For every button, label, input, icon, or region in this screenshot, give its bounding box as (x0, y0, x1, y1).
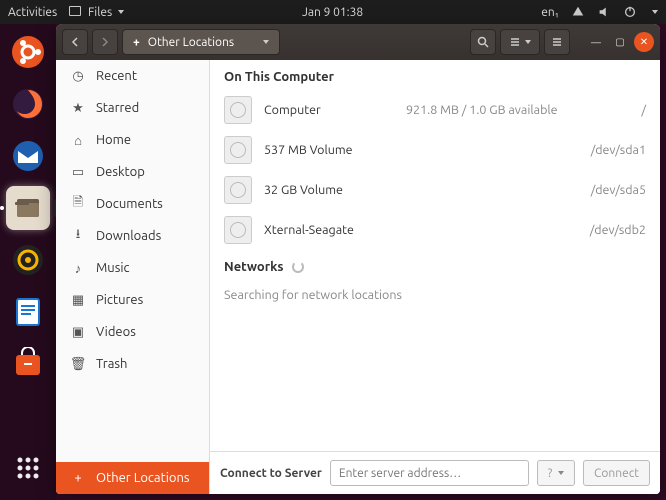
connect-label: Connect to Server (220, 467, 322, 480)
folder-icon (69, 6, 81, 16)
sidebar-item-starred[interactable]: ★ Starred (56, 92, 209, 124)
drive-row[interactable]: 32 GB Volume /dev/sda5 (210, 170, 660, 210)
power-icon[interactable] (623, 5, 637, 19)
app-menu[interactable]: Files (69, 6, 124, 19)
drive-row[interactable]: Xternal-Seagate /dev/sdb2 (210, 210, 660, 250)
desktop-icon: ▭ (70, 164, 86, 180)
forward-button[interactable] (92, 29, 118, 55)
sidebar-item-home[interactable]: ⌂ Home (56, 124, 209, 156)
volume-icon[interactable] (597, 5, 611, 19)
dock-files[interactable]: Files (6, 186, 50, 230)
activities-button[interactable]: Activities (8, 6, 57, 19)
top-panel: Activities Files Jan 9 01:38 en₁ (0, 0, 666, 24)
chevron-down-icon (558, 471, 564, 475)
sidebar-item-label: Home (96, 133, 131, 147)
app-menu-label: Files (88, 6, 112, 19)
sidebar-item-downloads[interactable]: ⭳ Downloads (56, 220, 209, 252)
dock-show-apps[interactable] (6, 446, 50, 490)
sidebar-item-label: Starred (96, 101, 139, 115)
clock-icon: ◷ (70, 68, 86, 84)
picture-icon: ▦ (70, 292, 86, 308)
drive-name: 537 MB Volume (264, 143, 394, 157)
sidebar-item-label: Pictures (96, 293, 143, 307)
drive-mount: / (576, 103, 646, 117)
close-button[interactable]: ✕ (634, 32, 654, 52)
dock: Files (0, 24, 56, 500)
drive-row[interactable]: 537 MB Volume /dev/sda1 (210, 130, 660, 170)
view-list-button[interactable] (500, 29, 540, 55)
disk-icon (224, 96, 252, 124)
chevron-down-icon[interactable] (652, 10, 658, 14)
video-icon: ▣ (70, 324, 86, 340)
dock-software[interactable] (6, 342, 50, 386)
home-icon: ⌂ (70, 132, 86, 148)
sidebar-item-label: Other Locations (96, 471, 190, 485)
plus-icon: + (70, 470, 86, 486)
sidebar-item-other-locations[interactable]: + Other Locations (56, 462, 209, 494)
sidebar-item-documents[interactable]: 🗎 Documents (56, 188, 209, 220)
input-source[interactable]: en₁ (541, 6, 559, 19)
chevron-down-icon (525, 40, 531, 44)
drive-mount: /dev/sda5 (576, 183, 646, 197)
section-on-this-computer: On This Computer (210, 60, 660, 90)
sidebar-item-label: Music (96, 261, 130, 275)
watermark: wsxdn.com (608, 485, 658, 496)
maximize-button[interactable]: ▢ (610, 32, 630, 52)
sidebar: ◷ Recent ★ Starred ⌂ Home ▭ Desktop 🗎 Documen… (56, 60, 210, 494)
section-label: Networks (224, 260, 284, 274)
drive-mount: /dev/sdb2 (576, 223, 646, 237)
drive-info: 921.8 MB / 1.0 GB available (406, 103, 564, 117)
drive-mount: /dev/sda1 (576, 143, 646, 157)
server-address-input[interactable] (330, 460, 529, 486)
download-icon: ⭳ (70, 228, 86, 244)
minimize-button[interactable]: — (586, 32, 606, 52)
sidebar-item-trash[interactable]: 🗑 Trash (56, 348, 209, 380)
drive-row[interactable]: Computer 921.8 MB / 1.0 GB available / (210, 90, 660, 130)
network-icon[interactable] (571, 5, 585, 19)
connect-to-server-bar: Connect to Server ? Connect (210, 451, 660, 494)
main-content: On This Computer Computer 921.8 MB / 1.0… (210, 60, 660, 494)
star-icon: ★ (70, 100, 86, 116)
sidebar-item-videos[interactable]: ▣ Videos (56, 316, 209, 348)
search-button[interactable] (470, 29, 496, 55)
sidebar-item-label: Recent (96, 69, 137, 83)
drive-name: 32 GB Volume (264, 183, 394, 197)
music-icon: ♪ (70, 260, 86, 276)
sidebar-item-pictures[interactable]: ▦ Pictures (56, 284, 209, 316)
spinner-icon (292, 261, 304, 273)
dock-libreoffice[interactable] (6, 290, 50, 334)
dock-firefox[interactable] (6, 82, 50, 126)
document-icon: 🗎 (70, 196, 86, 212)
path-bar[interactable]: + Other Locations (122, 29, 280, 55)
sidebar-item-label: Documents (96, 197, 163, 211)
drive-name: Computer (264, 103, 394, 117)
sidebar-item-label: Videos (96, 325, 136, 339)
sidebar-item-label: Desktop (96, 165, 145, 179)
titlebar: + Other Locations — ▢ ✕ (56, 24, 660, 60)
back-button[interactable] (62, 29, 88, 55)
disk-icon (224, 176, 252, 204)
network-searching: Searching for network locations (210, 280, 660, 310)
trash-icon: 🗑 (70, 356, 86, 372)
recent-servers-button[interactable]: ? (537, 460, 575, 486)
dock-thunderbird[interactable] (6, 134, 50, 178)
disk-icon (224, 216, 252, 244)
connect-button[interactable]: Connect (583, 460, 650, 486)
disk-icon (224, 136, 252, 164)
chevron-down-icon[interactable] (263, 40, 269, 44)
sidebar-item-desktop[interactable]: ▭ Desktop (56, 156, 209, 188)
clock[interactable]: Jan 9 01:38 (124, 6, 541, 19)
dock-rhythmbox[interactable] (6, 238, 50, 282)
section-networks: Networks (210, 250, 660, 280)
location-label: Other Locations (148, 36, 234, 49)
files-window: + Other Locations — ▢ ✕ ◷ Recent ★ Starred… (56, 24, 660, 494)
sidebar-item-label: Downloads (96, 229, 161, 243)
plus-icon: + (133, 36, 140, 49)
sidebar-item-label: Trash (96, 357, 127, 371)
sidebar-item-music[interactable]: ♪ Music (56, 252, 209, 284)
drive-name: Xternal-Seagate (264, 223, 394, 237)
hamburger-menu[interactable] (544, 29, 570, 55)
sidebar-item-recent[interactable]: ◷ Recent (56, 60, 209, 92)
dock-ubuntu-logo[interactable] (6, 30, 50, 74)
